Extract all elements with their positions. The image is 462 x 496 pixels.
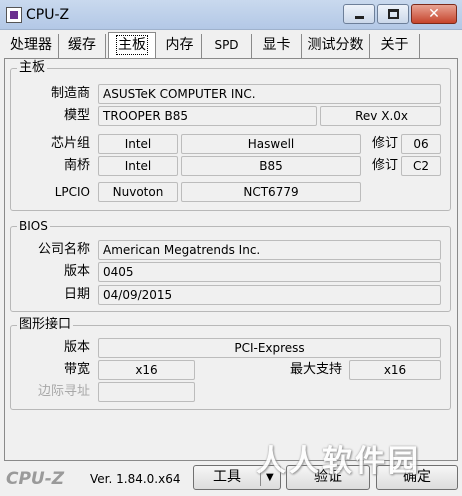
tab-spd[interactable]: SPD [202, 34, 252, 58]
lpcio-vendor-field: Nuvoton [98, 182, 178, 202]
bios-version-label: 版本 [63, 264, 90, 279]
cpu-z-logo: CPU-Z [6, 469, 65, 489]
lpcio-label: LPCIO [54, 185, 90, 199]
watermark: 人人软件园 [256, 444, 421, 479]
minimize-icon [355, 16, 364, 19]
close-button[interactable]: ✕ [411, 4, 457, 24]
cpu-z-app-icon [6, 7, 22, 23]
model-label: 模型 [63, 108, 90, 123]
tab-graphics[interactable]: 显卡 [252, 34, 302, 58]
model-field: TROOPER B85 [98, 106, 317, 126]
motherboard-group-title: 主板 [17, 60, 48, 75]
bios-brand-label: 公司名称 [37, 242, 90, 257]
manufacturer-field: ASUSTeK COMPUTER INC. [98, 84, 441, 104]
bios-date-label: 日期 [63, 287, 90, 302]
tab-caches[interactable]: 缓存 [59, 34, 106, 58]
tools-button-label: 工具 [213, 469, 241, 485]
close-icon: ✕ [428, 6, 440, 22]
version-text: Ver. 1.84.0.x64 [90, 472, 181, 486]
southbridge-label: 南桥 [63, 158, 90, 173]
tab-cpu[interactable]: 处理器 [4, 34, 59, 58]
gi-max-supported-field: x16 [349, 360, 441, 380]
bios-version-field: 0405 [98, 262, 441, 282]
gi-version-field: PCI-Express [98, 338, 441, 358]
minimize-button[interactable] [343, 4, 375, 24]
chipset-name-field: Haswell [181, 134, 361, 154]
gi-link-width-label: 带宽 [63, 362, 90, 377]
window-title: CPU-Z [26, 7, 70, 23]
southbridge-revision-label: 修订 [371, 158, 398, 173]
maximize-icon [388, 9, 399, 19]
chipset-vendor-field: Intel [98, 134, 178, 154]
tab-mainboard[interactable]: 主板 [108, 32, 156, 59]
chipset-revision-field: 06 [401, 134, 441, 154]
manufacturer-label: 制造商 [50, 86, 90, 101]
bios-group-title: BIOS [17, 219, 50, 233]
gi-version-label: 版本 [63, 340, 90, 355]
chipset-label: 芯片组 [50, 136, 90, 151]
chipset-revision-label: 修订 [371, 136, 398, 151]
graphic-interface-group-title: 图形接口 [17, 317, 74, 332]
gi-side-band-field [98, 382, 195, 402]
tab-about[interactable]: 关于 [370, 34, 420, 58]
southbridge-name-field: B85 [181, 156, 361, 176]
maximize-button[interactable] [377, 4, 409, 24]
southbridge-vendor-field: Intel [98, 156, 178, 176]
gi-max-supported-label: 最大支持 [289, 362, 342, 377]
lpcio-name-field: NCT6779 [181, 182, 361, 202]
gi-link-width-field: x16 [98, 360, 195, 380]
model-revision-field: Rev X.0x [320, 106, 441, 126]
tab-memory[interactable]: 内存 [158, 34, 202, 58]
tab-bench[interactable]: 测试分数 [302, 34, 370, 58]
gi-side-band-label: 边际寻址 [37, 384, 90, 399]
bios-brand-field: American Megatrends Inc. [98, 240, 441, 260]
southbridge-revision-field: C2 [401, 156, 441, 176]
bios-date-field: 04/09/2015 [98, 285, 441, 305]
